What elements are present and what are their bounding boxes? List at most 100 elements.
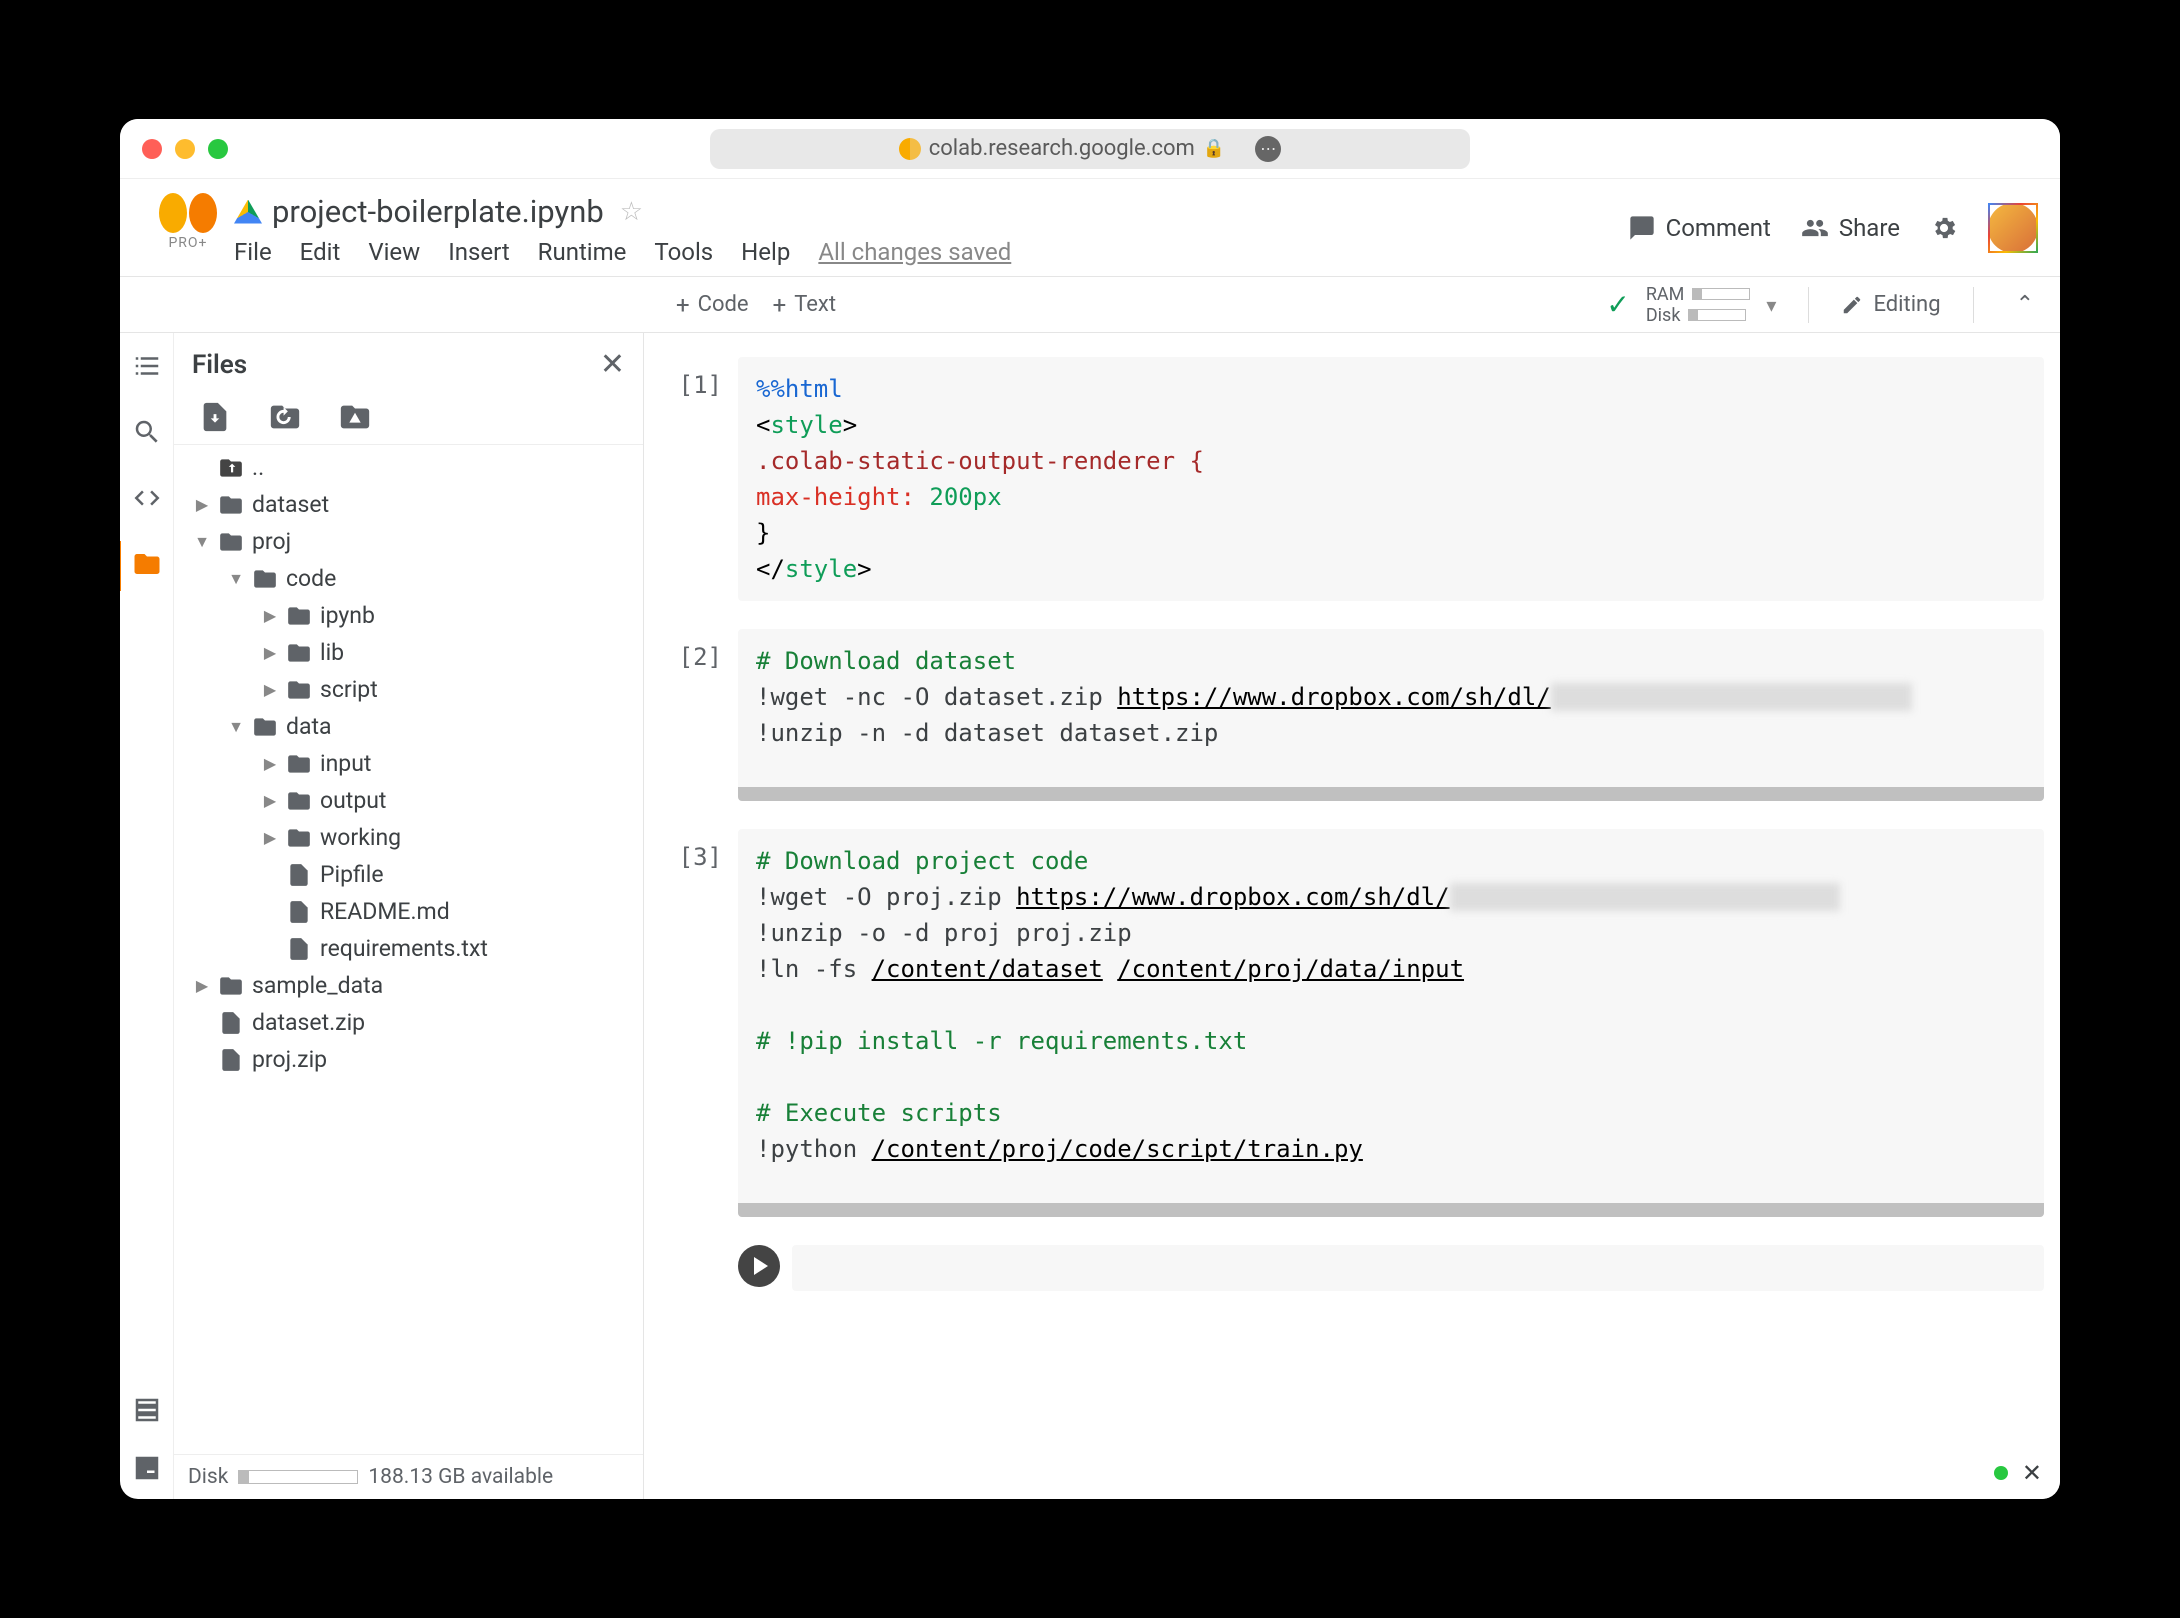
menu-insert[interactable]: Insert — [448, 238, 509, 266]
status-corner: ✕ — [1994, 1459, 2042, 1487]
cell-body[interactable]: # Download project code !wget -O proj.zi… — [738, 829, 2044, 1217]
chevron-down-icon[interactable]: ▾ — [1766, 293, 1776, 317]
drive-icon — [234, 200, 262, 224]
menu-tools[interactable]: Tools — [654, 238, 713, 266]
check-icon: ✓ — [1606, 288, 1629, 321]
search-icon[interactable] — [132, 417, 162, 447]
folder-icon — [286, 603, 312, 629]
colab-logo-icon — [159, 193, 217, 233]
menubar: File Edit View Insert Runtime Tools Help… — [234, 238, 1628, 276]
menu-file[interactable]: File — [234, 238, 272, 266]
folder-icon — [286, 751, 312, 777]
resource-meter[interactable]: RAM Disk — [1646, 284, 1751, 326]
status-dot-icon — [1994, 1466, 2008, 1480]
address-bar[interactable]: colab.research.google.com 🔒 ⋯ — [710, 129, 1470, 169]
cell-body[interactable]: %%html <style> .colab-static-output-rend… — [738, 357, 2044, 601]
tree-item[interactable]: proj.zip — [180, 1041, 643, 1078]
divider — [1973, 287, 1974, 323]
folder-icon — [218, 529, 244, 555]
titlebar: colab.research.google.com 🔒 ⋯ — [120, 119, 2060, 179]
more-icon[interactable]: ⋯ — [1255, 136, 1281, 162]
mount-drive-icon[interactable] — [338, 400, 372, 434]
folder-icon[interactable] — [132, 549, 162, 579]
star-icon[interactable]: ☆ — [620, 197, 643, 227]
close-icon[interactable]: ✕ — [600, 347, 625, 382]
left-rail — [120, 333, 174, 1499]
tree-item[interactable]: dataset.zip — [180, 1004, 643, 1041]
maximize-window-button[interactable] — [208, 139, 228, 159]
file-icon — [286, 899, 312, 925]
colab-favicon-icon — [899, 138, 921, 160]
tree-item[interactable]: ▶sample_data — [180, 967, 643, 1004]
menu-edit[interactable]: Edit — [300, 238, 341, 266]
folder-icon — [218, 973, 244, 999]
upload-icon[interactable] — [198, 400, 232, 434]
disk-footer: Disk 188.13 GB available — [174, 1454, 643, 1499]
chevron-up-icon[interactable]: ⌃ — [2006, 292, 2044, 317]
traffic-lights — [142, 139, 228, 159]
file-tree[interactable]: .. ▶dataset ▼proj ▼code ▶ipynb ▶lib ▶scr… — [174, 444, 643, 1454]
divider — [1808, 287, 1809, 323]
tree-item[interactable]: ▶input — [180, 745, 643, 782]
tree-item[interactable]: ▶dataset — [180, 486, 643, 523]
refresh-icon[interactable] — [268, 400, 302, 434]
comment-icon — [1628, 214, 1656, 242]
tree-item[interactable]: README.md — [180, 893, 643, 930]
comment-button[interactable]: Comment — [1628, 214, 1771, 242]
folder-icon — [286, 640, 312, 666]
close-window-button[interactable] — [142, 139, 162, 159]
gear-icon[interactable] — [1930, 214, 1958, 242]
add-text-button[interactable]: +Text — [773, 291, 836, 319]
add-code-button[interactable]: +Code — [676, 291, 749, 319]
cell-number: [3] — [674, 829, 738, 1217]
save-status: All changes saved — [818, 238, 1011, 266]
minimize-window-button[interactable] — [175, 139, 195, 159]
folder-icon — [286, 677, 312, 703]
code-cell[interactable]: [1] %%html <style> .colab-static-output-… — [674, 357, 2044, 601]
notebook-title[interactable]: project-boilerplate.ipynb — [272, 193, 604, 230]
code-cell[interactable]: [2] # Download dataset !wget -nc -O data… — [674, 629, 2044, 801]
new-cell[interactable] — [674, 1245, 2044, 1291]
ram-meter — [1692, 288, 1750, 300]
file-icon — [286, 936, 312, 962]
code-cell[interactable]: [3] # Download project code !wget -O pro… — [674, 829, 2044, 1217]
cell-body[interactable] — [792, 1245, 2044, 1291]
terminal-icon[interactable] — [132, 1453, 162, 1483]
tree-up[interactable]: .. — [180, 449, 643, 486]
cell-number: [2] — [674, 629, 738, 801]
folder-icon — [286, 788, 312, 814]
people-icon — [1801, 214, 1829, 242]
file-icon — [286, 862, 312, 888]
lock-icon: 🔒 — [1203, 138, 1225, 159]
avatar[interactable] — [1988, 203, 2038, 253]
tree-item[interactable]: ▼proj — [180, 523, 643, 560]
menu-runtime[interactable]: Runtime — [538, 238, 627, 266]
cell-number: [1] — [674, 357, 738, 601]
plus-icon: + — [676, 291, 690, 319]
close-icon[interactable]: ✕ — [2022, 1459, 2042, 1487]
plus-icon: + — [773, 291, 787, 319]
mode-button[interactable]: Editing — [1841, 292, 1940, 317]
variable-icon[interactable] — [132, 1395, 162, 1425]
code-snippet-icon[interactable] — [132, 483, 162, 513]
tree-item[interactable]: ▶working — [180, 819, 643, 856]
run-button[interactable] — [738, 1245, 780, 1287]
tree-item[interactable]: ▶lib — [180, 634, 643, 671]
tree-item[interactable]: ▼code — [180, 560, 643, 597]
cell-body[interactable]: # Download dataset !wget -nc -O dataset.… — [738, 629, 2044, 801]
pen-icon — [1841, 294, 1863, 316]
tree-item[interactable]: ▶ipynb — [180, 597, 643, 634]
menu-help[interactable]: Help — [741, 238, 790, 266]
tree-item[interactable]: ▶script — [180, 671, 643, 708]
browser-window: colab.research.google.com 🔒 ⋯ PRO+ proje… — [120, 119, 2060, 1499]
menu-view[interactable]: View — [368, 238, 420, 266]
tree-item[interactable]: ▼data — [180, 708, 643, 745]
notebook-area[interactable]: [1] %%html <style> .colab-static-output-… — [644, 333, 2060, 1499]
toc-icon[interactable] — [132, 351, 162, 381]
tree-item[interactable]: Pipfile — [180, 856, 643, 893]
tree-item[interactable]: requirements.txt — [180, 930, 643, 967]
share-button[interactable]: Share — [1801, 214, 1900, 242]
disk-meter — [1688, 309, 1746, 321]
panel-title: Files — [192, 350, 600, 380]
tree-item[interactable]: ▶output — [180, 782, 643, 819]
